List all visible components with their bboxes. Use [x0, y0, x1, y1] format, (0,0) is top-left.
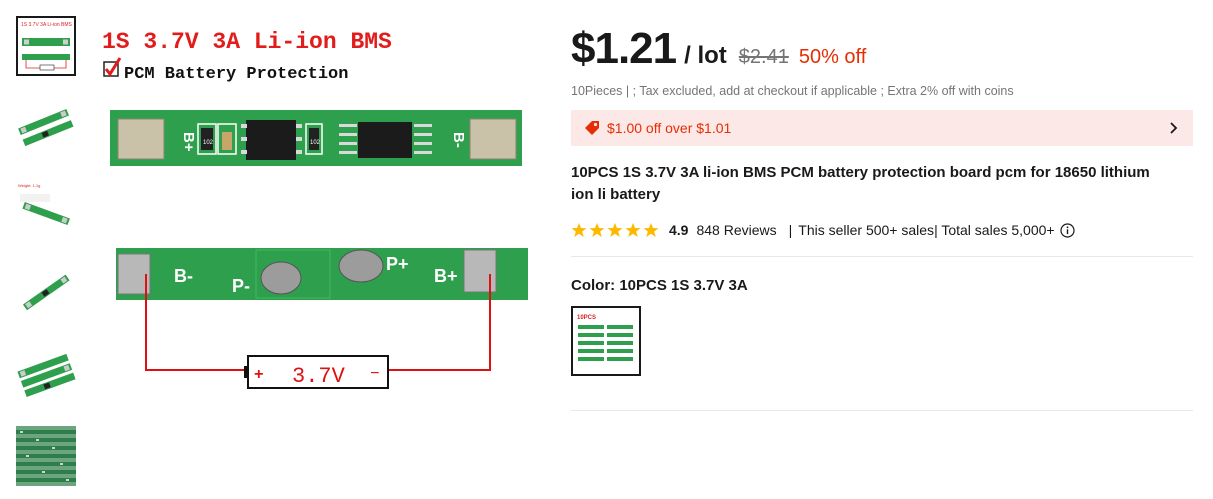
image-headline: 1S 3.7V 3A Li-ion BMS: [102, 29, 392, 55]
coupon-text: $1.00 off over $1.01: [607, 120, 732, 136]
pcb-top-b-minus: B-: [450, 132, 467, 148]
star-icon: [625, 223, 641, 237]
battery-voltage: 3.7V: [292, 364, 346, 389]
battery-symbol: + 3.7V −: [244, 355, 389, 389]
thumbnail-3[interactable]: Weight: 1.1g: [16, 180, 76, 240]
star-icon: [607, 223, 623, 237]
thumbnail-5[interactable]: [16, 344, 76, 404]
thumbnail-4[interactable]: [16, 262, 76, 322]
tag-icon: [585, 121, 599, 135]
thumb-3-caption: Weight: 1.1g: [18, 183, 40, 188]
divider: [571, 410, 1193, 411]
chevron-right-icon[interactable]: [1167, 119, 1181, 137]
info-icon[interactable]: [1059, 222, 1075, 238]
rating-separator: |: [788, 222, 793, 238]
price-unit: / lot: [684, 42, 727, 69]
thumbnail-6[interactable]: [16, 426, 76, 486]
variant-swatch-selected[interactable]: 10PCS: [571, 306, 641, 376]
main-product-image[interactable]: 1S 3.7V 3A Li-ion BMS PCM Battery Protec…: [96, 20, 536, 400]
thumb-1-caption: 1S 3.7V 3A Li-ion BMS: [21, 22, 73, 28]
product-title: 10PCS 1S 3.7V 3A li-ion BMS PCM battery …: [571, 164, 1150, 203]
battery-plus: +: [254, 366, 264, 384]
swatch-caption: 10PCS: [577, 315, 596, 321]
pcb-bottom: B- P- P+ B+: [116, 248, 528, 300]
total-sales: | Total sales 5,000+: [934, 222, 1055, 238]
star-icon: [643, 223, 659, 237]
star-rating[interactable]: [571, 222, 661, 238]
coupon-banner[interactable]: $1.00 off over $1.01: [571, 110, 1193, 146]
seller-sales: This seller 500+ sales: [798, 222, 935, 238]
star-icon: [589, 223, 605, 237]
price-subline: 10Pieces | ; Tax excluded, add at checko…: [571, 84, 1014, 98]
original-price: $2.41: [738, 46, 789, 68]
rating-score: 4.9: [669, 222, 689, 238]
price-row: $1.21 / lot $2.41 50% off: [571, 24, 1193, 80]
divider: [571, 256, 1193, 257]
thumbnail-2[interactable]: [16, 98, 76, 158]
battery-minus: −: [370, 365, 380, 383]
star-icon: [571, 223, 587, 237]
pcb-label-p-minus: P-: [232, 276, 250, 296]
rating-row: 4.9 848 Reviews | This seller 500+ sales…: [571, 222, 1193, 238]
thumbnail-1[interactable]: 1S 3.7V 3A Li-ion BMS: [16, 16, 76, 76]
pcb-label-b-plus: B+: [434, 266, 458, 286]
variant-label: Color: 10PCS 1S 3.7V 3A: [571, 277, 748, 294]
chip-marking-2: 102: [310, 140, 321, 146]
pcb-top-b-plus: B+: [180, 132, 197, 152]
product-info-panel: $1.21 / lot $2.41 50% off 10Pieces | ; T…: [571, 24, 1193, 411]
discount-percent: 50% off: [798, 46, 867, 68]
thumbnail-list: 1S 3.7V 3A Li-ion BMS Weight: 1.1g: [16, 16, 76, 499]
image-subheadline: PCM Battery Protection: [124, 65, 348, 84]
chip-marking-1: 102: [203, 140, 214, 146]
pcb-label-p-plus: P+: [386, 254, 409, 274]
checkmark-icon: [103, 57, 122, 77]
pcb-label-b-minus: B-: [174, 266, 193, 286]
current-price: $1.21: [571, 24, 677, 73]
reviews-link[interactable]: 848 Reviews: [696, 222, 776, 238]
pcb-top: B+ B- 102 102: [110, 110, 522, 166]
